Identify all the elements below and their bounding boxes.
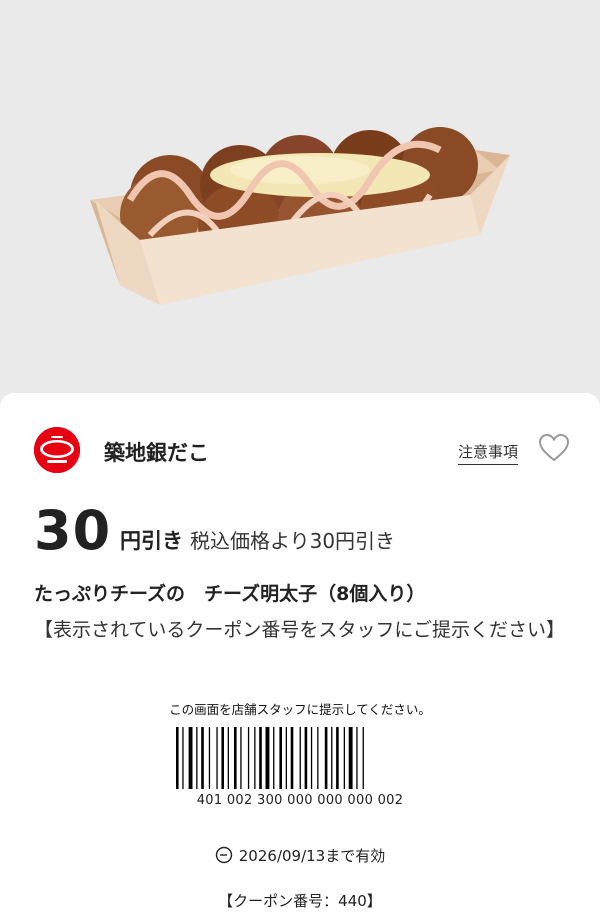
heart-outline-icon[interactable]	[538, 433, 570, 463]
validity: 2026/09/13まで有効	[0, 845, 600, 866]
coupon-card: 築地銀だこ 注意事項 30 円引き 税込価格より30円引き たっぷりチーズの チ…	[0, 393, 600, 920]
discount-unit: 円引き	[120, 529, 183, 553]
barcode-number: 401 002 300 000 000 000 002	[196, 793, 404, 808]
shop-name: 築地銀だこ	[104, 441, 209, 465]
validity-text: 2026/09/13まで有効	[238, 847, 386, 865]
barcode	[176, 727, 364, 789]
instruction-text: 【表示されているクーポン番号をスタッフにご提示ください】	[34, 619, 566, 641]
barcode-caption: この画面を店舗スタッフに提示してください。	[169, 702, 431, 717]
product-image	[0, 0, 600, 420]
discount-row: 30 円引き 税込価格より30円引き	[34, 501, 580, 561]
gindaco-logo	[34, 427, 80, 473]
notes-link[interactable]: 注意事項	[457, 441, 518, 465]
coupon-number: 【クーポン番号：440】	[218, 892, 382, 910]
discount-description: 税込価格より30円引き	[190, 529, 396, 553]
clock-icon	[215, 846, 232, 864]
shop-header: 築地銀だこ 注意事項	[34, 427, 570, 473]
discount-amount: 30	[34, 499, 112, 562]
product-name: たっぷりチーズの チーズ明太子（8個入り）	[34, 583, 426, 605]
